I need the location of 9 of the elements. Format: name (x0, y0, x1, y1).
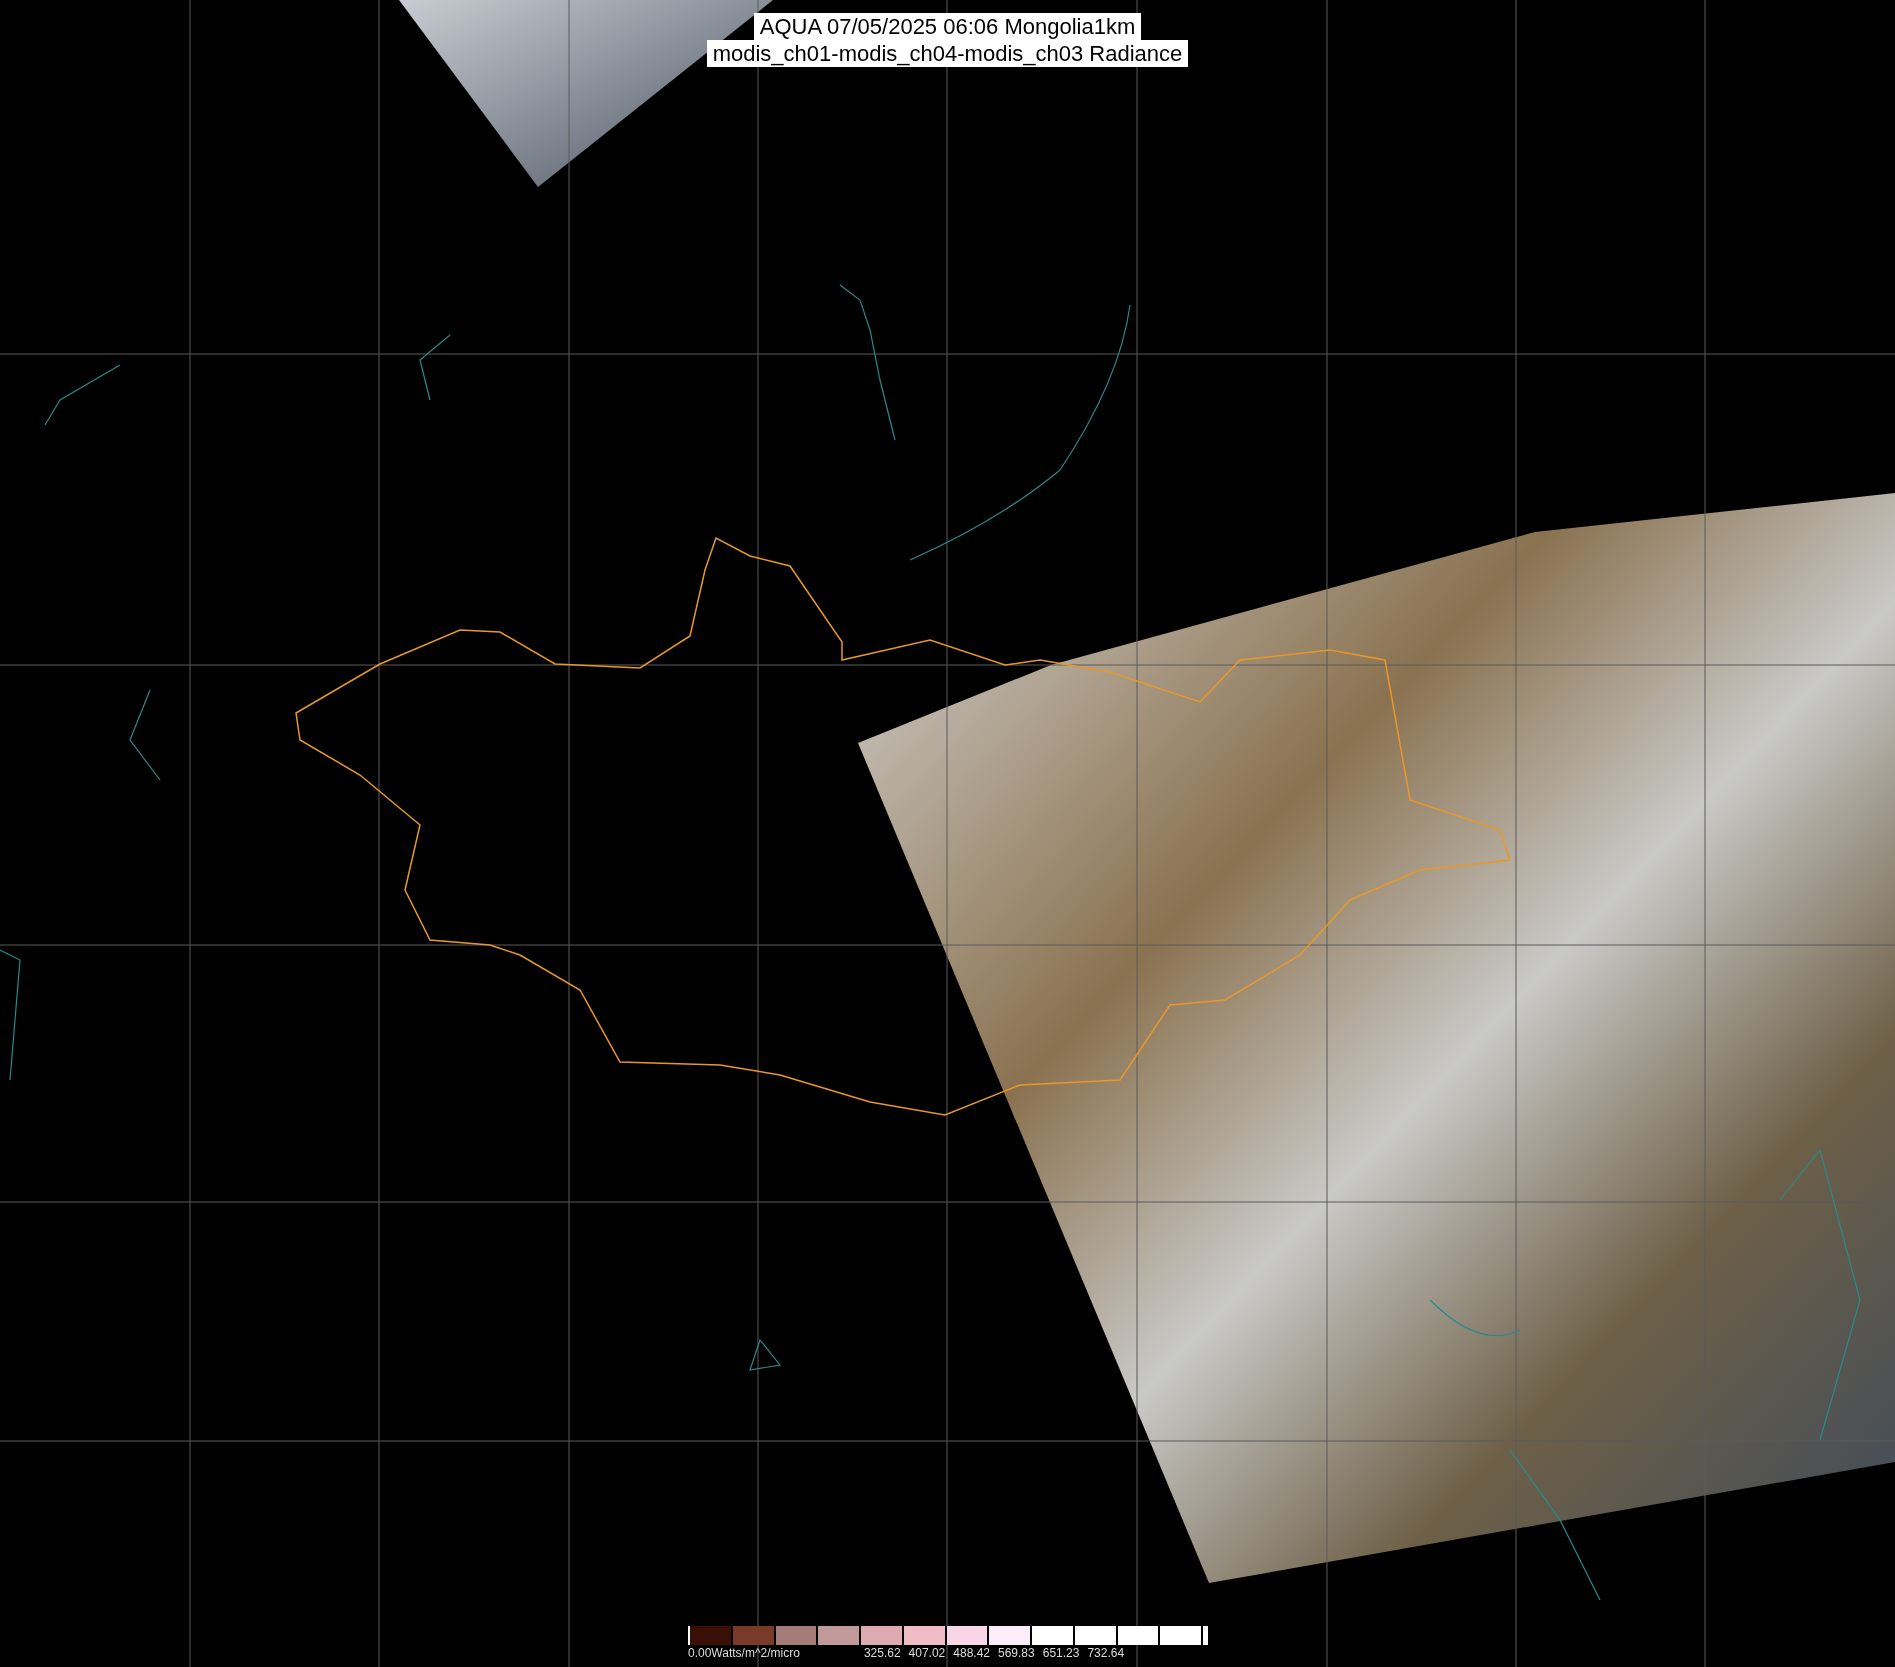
colorbar-tick-label: 651.23 (1042, 1645, 1080, 1661)
colorbar-unit-label: 0.00Watts/m^2/micro (688, 1645, 800, 1661)
colorbar-tick-label: 488.42 (953, 1645, 990, 1661)
map-title: modis_ch01-modis_ch04-modis_ch03 Radiance (706, 40, 1189, 67)
colorbar-tick-label: 569.83 (998, 1645, 1035, 1661)
map-title: AQUA 07/05/2025 06:06 Mongolia1km (753, 13, 1142, 40)
colorbar-tick-label: 407.02 (908, 1645, 946, 1661)
colorbar-tick-label: 325.62 (863, 1645, 901, 1661)
colorbar-tick-label: 732.64 (1087, 1645, 1125, 1661)
